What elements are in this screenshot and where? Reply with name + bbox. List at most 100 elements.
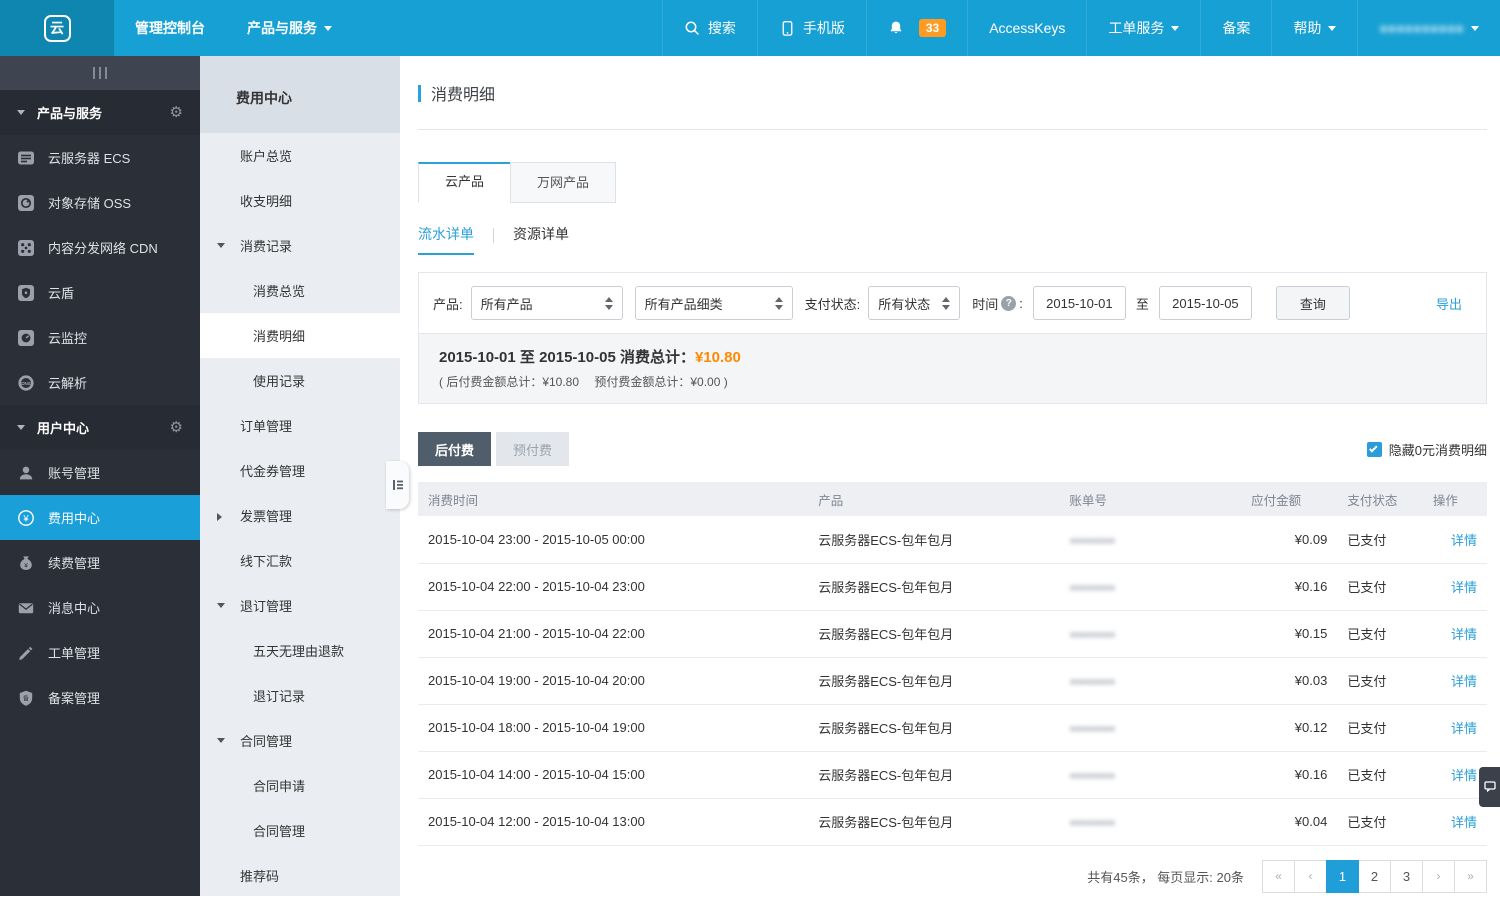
page-prev-button[interactable]: ‹ — [1294, 859, 1327, 893]
checkbox-checked-icon[interactable] — [1366, 441, 1382, 457]
page-glyph: 1 — [1338, 868, 1347, 884]
summary-total-amount: ¥10.80 — [694, 349, 741, 366]
menu-referral-code[interactable]: 推荐码 — [200, 853, 400, 898]
cell-time: 2015-10-04 19:00 - 2015-10-04 20:00 — [418, 657, 809, 705]
postpaid-button[interactable]: 后付费 — [418, 432, 492, 466]
sidebar-item-oss[interactable]: 对象存储 OSS — [0, 180, 200, 225]
prepaid-button[interactable]: 预付费 — [496, 432, 570, 466]
nav-accesskeys[interactable]: AccessKeys — [967, 0, 1086, 56]
menu-label: 订单管理 — [240, 419, 293, 434]
product-select-value: 所有产品 — [480, 296, 533, 312]
nav-help[interactable]: 帮助 — [1271, 0, 1357, 56]
sidebar-item-cloudmonitor[interactable]: 云监控 — [0, 315, 200, 360]
detail-link[interactable]: 详情 — [1451, 815, 1477, 830]
page-next-button[interactable]: › — [1422, 859, 1455, 893]
detail-link[interactable]: 详情 — [1451, 721, 1477, 736]
search-menu[interactable]: 搜索 — [661, 0, 757, 56]
product-subcategory-select[interactable]: 所有产品细类 — [634, 286, 793, 320]
subtab-resource-details[interactable]: 资源详单 — [513, 224, 569, 255]
gear-icon[interactable]: ⚙ — [170, 105, 183, 120]
detail-link[interactable]: 详情 — [1451, 768, 1477, 783]
menu-contract-management-group[interactable]: 合同管理 — [200, 718, 400, 763]
section-products-services[interactable]: 产品与服务 ⚙ — [0, 90, 200, 135]
caret-down-icon — [17, 425, 25, 430]
notifications[interactable]: 33 — [865, 0, 967, 56]
detail-link[interactable]: 详情 — [1451, 674, 1477, 689]
menu-consumption-records[interactable]: 消费记录 — [200, 223, 400, 268]
menu-contract-apply[interactable]: 合同申请 — [200, 763, 400, 808]
menu-consumption-overview[interactable]: 消费总览 — [200, 268, 400, 313]
cell-bill-number-redacted: ●●●●●●●● — [1069, 770, 1115, 782]
subtab-label: 资源详单 — [513, 226, 569, 242]
menu-consumption-details[interactable]: 消费明细 — [200, 313, 400, 358]
envelope-icon — [17, 599, 35, 617]
hide-zero-checkbox-row[interactable]: 隐藏0元消费明细 — [1366, 440, 1487, 459]
nav-beian[interactable]: 备案 — [1200, 0, 1271, 56]
sidebar-item-beian-mgmt[interactable]: 备 备案管理 — [0, 675, 200, 720]
tab-cloud-products[interactable]: 云产品 — [418, 162, 512, 203]
cell-time: 2015-10-04 22:00 - 2015-10-04 23:00 — [418, 563, 809, 611]
tab-wanwang-products[interactable]: 万网产品 — [510, 162, 617, 203]
mobile-version[interactable]: 手机版 — [756, 0, 866, 56]
col-bill-number: 账单号 — [1059, 482, 1242, 516]
secondary-sidebar-collapse-handle[interactable] — [386, 461, 409, 509]
detail-link[interactable]: 详情 — [1451, 580, 1477, 595]
menu-offline-remittance[interactable]: 线下汇款 — [200, 538, 400, 583]
sidebar-item-tickets[interactable]: 工单管理 — [0, 630, 200, 675]
sidebar-item-renewal[interactable]: ¥ 续费管理 — [0, 540, 200, 585]
sidebar-item-account[interactable]: 账号管理 — [0, 450, 200, 495]
section-user-center[interactable]: 用户中心 ⚙ — [0, 405, 200, 450]
menu-5day-refund[interactable]: 五天无理由退款 — [200, 628, 400, 673]
sidebar-item-yundun[interactable]: 云盾 — [0, 270, 200, 315]
sidebar-collapse-handle[interactable] — [0, 56, 200, 90]
date-to-input[interactable]: 2015-10-05 — [1158, 286, 1252, 320]
menu-account-overview[interactable]: 账户总览 — [200, 133, 400, 178]
menu-unsubscribe-records[interactable]: 退订记录 — [200, 673, 400, 718]
page-1-button[interactable]: 1 — [1326, 859, 1359, 893]
page-first-button[interactable]: « — [1262, 859, 1295, 893]
nav-console[interactable]: 管理控制台 — [114, 0, 226, 56]
page-3-button[interactable]: 3 — [1390, 859, 1423, 893]
nav-ticket-service[interactable]: 工单服务 — [1086, 0, 1200, 56]
menu-contract-management[interactable]: 合同管理 — [200, 808, 400, 853]
user-account-menu[interactable]: ●●●●●●●●●● — [1357, 0, 1500, 56]
subtab-transaction-details[interactable]: 流水详单 — [418, 224, 474, 255]
menu-usage-records[interactable]: 使用记录 — [200, 358, 400, 403]
filter-panel: 产品: 所有产品 所有产品细类 支付状态: 所有状态 时间 ? : 2015-1… — [418, 272, 1487, 404]
cell-pay-status: 已支付 — [1337, 798, 1423, 846]
date-from-input[interactable]: 2015-10-01 — [1032, 286, 1126, 320]
sidebar-item-dns[interactable]: DNS 云解析 — [0, 360, 200, 405]
caret-down-icon — [217, 738, 225, 743]
export-link[interactable]: 导出 — [1436, 294, 1472, 313]
menu-label: 消费明细 — [253, 329, 306, 344]
sidebar-item-billing-center[interactable]: ¥ 费用中心 — [0, 495, 200, 540]
dns-icon: DNS — [17, 374, 35, 392]
summary-range-text: 2015-10-01 至 2015-10-05 消费总计： — [439, 349, 695, 366]
query-button[interactable]: 查询 — [1275, 286, 1350, 320]
detail-link[interactable]: 详情 — [1451, 627, 1477, 642]
aliyun-logo[interactable]: 云 — [0, 0, 114, 56]
menu-unsubscribe-management[interactable]: 退订管理 — [200, 583, 400, 628]
menu-order-management[interactable]: 订单管理 — [200, 403, 400, 448]
sidebar-item-cdn[interactable]: 内容分发网络 CDN — [0, 225, 200, 270]
shield-icon — [17, 284, 35, 302]
page-glyph: » — [1467, 869, 1474, 883]
help-icon[interactable]: ? — [1001, 295, 1017, 311]
beian-label: 备案 — [1222, 20, 1251, 36]
page-2-button[interactable]: 2 — [1358, 859, 1391, 893]
page-last-button[interactable]: » — [1454, 859, 1487, 893]
menu-income-expense[interactable]: 收支明细 — [200, 178, 400, 223]
pay-status-select[interactable]: 所有状态 — [868, 286, 961, 320]
cell-pay-status: 已支付 — [1337, 563, 1423, 611]
gear-icon[interactable]: ⚙ — [170, 420, 183, 435]
detail-link[interactable]: 详情 — [1451, 533, 1477, 548]
menu-voucher-management[interactable]: 代金券管理 — [200, 448, 400, 493]
menu-invoice-management[interactable]: 发票管理 — [200, 493, 400, 538]
user-email-masked: ●●●●●●●●●● — [1379, 20, 1464, 36]
feedback-floating-tab[interactable] — [1479, 767, 1500, 807]
col-actions: 操作 — [1422, 482, 1487, 516]
product-select[interactable]: 所有产品 — [470, 286, 623, 320]
sidebar-item-messages[interactable]: 消息中心 — [0, 585, 200, 630]
nav-products-menu[interactable]: 产品与服务 — [226, 0, 353, 56]
sidebar-item-ecs[interactable]: 云服务器 ECS — [0, 135, 200, 180]
